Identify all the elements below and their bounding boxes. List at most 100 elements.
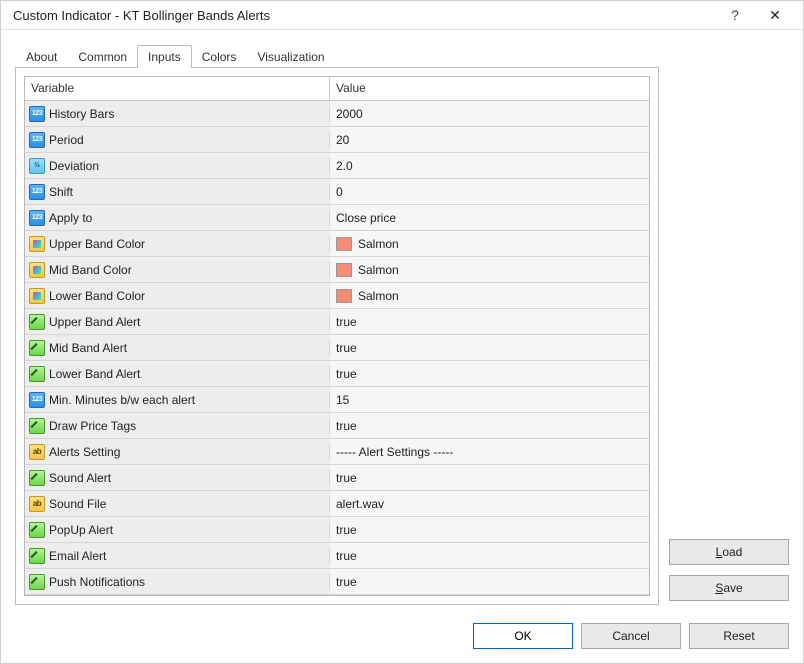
variable-cell: Upper Band Color — [25, 236, 330, 252]
str-type-icon: ab — [29, 444, 45, 460]
bool-type-icon — [29, 574, 45, 590]
save-rest: ave — [723, 581, 742, 595]
table-row[interactable]: 123Period 20 — [25, 127, 649, 153]
save-button[interactable]: Save — [669, 575, 789, 601]
table-row[interactable]: PopUp Alert true — [25, 517, 649, 543]
cancel-button[interactable]: Cancel — [581, 623, 681, 649]
value-cell[interactable]: 20 — [330, 127, 649, 152]
value-cell[interactable]: true — [330, 569, 649, 594]
tab-about[interactable]: About — [15, 45, 68, 68]
column-header-variable[interactable]: Variable — [25, 77, 330, 100]
value-cell[interactable]: true — [330, 335, 649, 360]
value-cell[interactable]: Close price — [330, 205, 649, 230]
table-row[interactable]: Upper Band Color Salmon — [25, 231, 649, 257]
variable-label: Deviation — [49, 159, 99, 173]
value-cell[interactable]: Salmon — [330, 257, 649, 282]
variable-cell: Lower Band Alert — [25, 366, 330, 382]
color-swatch — [336, 289, 352, 303]
value-label: Close price — [336, 211, 396, 225]
panel-row: Variable Value 123 History Bars 2000 123Per… — [15, 68, 789, 605]
variable-cell: Push Notifications — [25, 574, 330, 590]
value-label: 2.0 — [336, 159, 353, 173]
table-row[interactable]: abAlerts Setting----- Alert Settings ---… — [25, 439, 649, 465]
variable-label: History Bars — [49, 107, 114, 121]
tab-common[interactable]: Common — [67, 45, 138, 68]
value-cell[interactable]: alert.wav — [330, 491, 649, 516]
str-type-icon: ab — [29, 496, 45, 512]
table-row[interactable]: 123Shift0 — [25, 179, 649, 205]
table-row[interactable]: Lower Band Color Salmon — [25, 283, 649, 309]
value-cell[interactable]: Salmon — [330, 283, 649, 308]
variable-label: Lower Band Alert — [49, 367, 140, 381]
table-row[interactable]: ½Deviation2.0 — [25, 153, 649, 179]
value-label: alert.wav — [336, 497, 384, 511]
tab-colors[interactable]: Colors — [191, 45, 248, 68]
table-row[interactable]: Mid Band Alerttrue — [25, 335, 649, 361]
table-row[interactable]: abSound Filealert.wav — [25, 491, 649, 517]
ok-button[interactable]: OK — [473, 623, 573, 649]
int-type-icon: 123 — [29, 106, 45, 122]
bool-type-icon — [29, 366, 45, 382]
variable-label: Lower Band Color — [49, 289, 145, 303]
table-row[interactable]: 123Apply toClose price — [25, 205, 649, 231]
variable-cell: 123Period — [25, 132, 330, 148]
value-label: Salmon — [358, 289, 399, 303]
color-type-icon — [29, 236, 45, 252]
variable-label: Upper Band Alert — [49, 315, 140, 329]
tab-inputs[interactable]: Inputs — [137, 45, 192, 68]
bool-type-icon — [29, 314, 45, 330]
bool-type-icon — [29, 548, 45, 564]
variable-cell: Email Alert — [25, 548, 330, 564]
table-row[interactable]: Email Alerttrue — [25, 543, 649, 569]
value-cell[interactable]: true — [330, 517, 649, 542]
value-label: true — [336, 419, 357, 433]
table-row[interactable]: Lower Band Alert true — [25, 361, 649, 387]
value-label: 20 — [336, 133, 349, 147]
table-row[interactable]: 123 History Bars 2000 — [25, 101, 649, 127]
table-row[interactable]: 123Min. Minutes b/w each alert15 — [25, 387, 649, 413]
value-cell[interactable]: true — [330, 465, 649, 490]
value-cell[interactable]: ----- Alert Settings ----- — [330, 439, 649, 464]
help-button[interactable]: ? — [715, 7, 755, 23]
dialog-content: AboutCommonInputsColorsVisualization Var… — [1, 30, 803, 613]
table-row[interactable]: Draw Price Tags true — [25, 413, 649, 439]
load-button[interactable]: Load — [669, 539, 789, 565]
reset-button[interactable]: Reset — [689, 623, 789, 649]
value-cell[interactable]: 15 — [330, 387, 649, 412]
variable-label: Draw Price Tags — [49, 419, 136, 433]
variable-label: PopUp Alert — [49, 523, 113, 537]
variable-cell: 123Shift — [25, 184, 330, 200]
tab-panel: Variable Value 123 History Bars 2000 123Per… — [15, 67, 659, 605]
window-title: Custom Indicator - KT Bollinger Bands Al… — [13, 8, 715, 23]
color-swatch — [336, 237, 352, 251]
variable-label: Shift — [49, 185, 73, 199]
value-cell[interactable]: true — [330, 309, 649, 334]
variable-cell: Upper Band Alert — [25, 314, 330, 330]
variable-cell: abAlerts Setting — [25, 444, 330, 460]
table-row[interactable]: Push Notifications true — [25, 569, 649, 595]
value-label: true — [336, 315, 357, 329]
value-label: Salmon — [358, 237, 399, 251]
table-row[interactable]: Mid Band ColorSalmon — [25, 257, 649, 283]
table-row[interactable]: Sound Alerttrue — [25, 465, 649, 491]
value-label: true — [336, 523, 357, 537]
int-type-icon: 123 — [29, 392, 45, 408]
value-cell[interactable]: true — [330, 413, 649, 438]
color-type-icon — [29, 262, 45, 278]
value-cell[interactable]: 2.0 — [330, 153, 649, 178]
value-cell[interactable]: 2000 — [330, 101, 649, 126]
value-label: 2000 — [336, 107, 363, 121]
value-cell[interactable]: true — [330, 361, 649, 386]
column-header-value[interactable]: Value — [330, 77, 649, 100]
table-row[interactable]: Upper Band Alert true — [25, 309, 649, 335]
value-cell[interactable]: 0 — [330, 179, 649, 204]
value-label: true — [336, 575, 357, 589]
close-button[interactable]: ✕ — [755, 7, 795, 24]
value-cell[interactable]: Salmon — [330, 231, 649, 256]
value-cell[interactable]: true — [330, 543, 649, 568]
bool-type-icon — [29, 470, 45, 486]
value-label: true — [336, 341, 357, 355]
variable-cell: Mid Band Color — [25, 262, 330, 278]
tab-visualization[interactable]: Visualization — [246, 45, 335, 68]
value-label: true — [336, 471, 357, 485]
